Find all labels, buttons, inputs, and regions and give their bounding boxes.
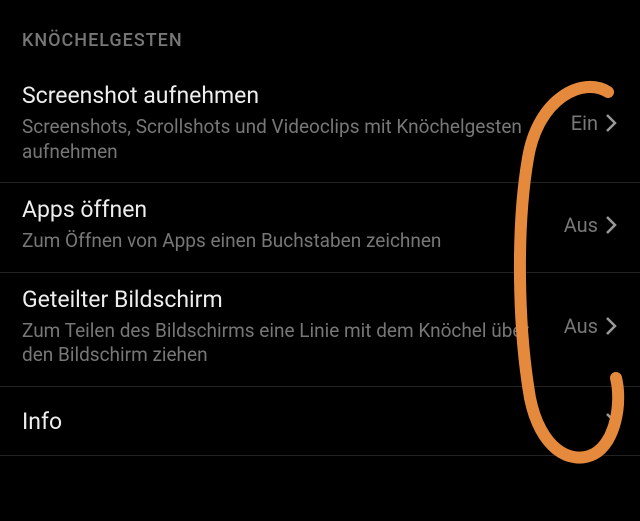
row-desc: Zum Öffnen von Apps einen Buchstaben zei… [22, 229, 554, 254]
section-header: KNÖCHELGESTEN [0, 0, 640, 69]
row-split-screen[interactable]: Geteilter Bildschirm Zum Teilen des Bild… [0, 273, 640, 387]
row-value: Ein [571, 111, 598, 135]
row-title: Screenshot aufnehmen [22, 81, 561, 111]
row-title: Info [22, 407, 594, 437]
row-title: Apps öffnen [22, 195, 554, 225]
row-value: Aus [564, 314, 598, 338]
row-desc: Screenshots, Scrollshots und Videoclips … [22, 115, 561, 164]
row-title: Geteilter Bildschirm [22, 285, 554, 315]
row-apps-open[interactable]: Apps öffnen Zum Öffnen von Apps einen Bu… [0, 183, 640, 273]
chevron-right-icon [604, 214, 618, 236]
row-desc: Zum Teilen des Bildschirms eine Linie mi… [22, 319, 554, 368]
chevron-right-icon [604, 315, 618, 337]
chevron-right-icon [604, 112, 618, 134]
chevron-right-icon [604, 411, 618, 433]
row-info[interactable]: Info [0, 387, 640, 456]
row-value: Aus [564, 213, 598, 237]
row-screenshot[interactable]: Screenshot aufnehmen Screenshots, Scroll… [0, 69, 640, 183]
